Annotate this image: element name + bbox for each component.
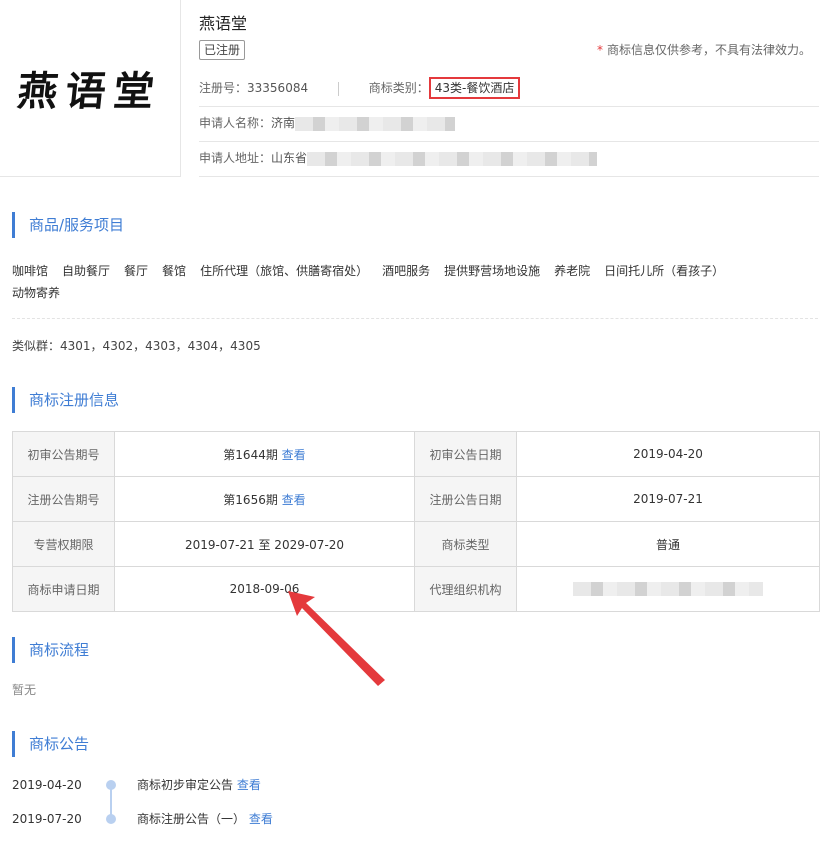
goods-item: 住所代理（旅馆、供膳寄宿处） bbox=[200, 264, 369, 278]
address-value: 山东省 bbox=[271, 151, 308, 165]
timeline-text: 商标注册公告（一） bbox=[137, 812, 246, 826]
table-row: 专营权期限 2019-07-21 至 2029-07-20 商标类型 普通 bbox=[12, 521, 820, 567]
applicant-label: 申请人名称： bbox=[199, 116, 272, 130]
disclaimer: * 商标信息仅供参考，不具有法律效力。 bbox=[597, 41, 811, 58]
table-value: 2019-07-21 bbox=[516, 476, 820, 522]
applicant-row: 申请人名称：济南 bbox=[199, 106, 819, 142]
table-key: 商标申请日期 bbox=[12, 566, 115, 612]
reg-info-row: 注册号：33356084 商标类别： 43类-餐饮酒店 bbox=[199, 71, 819, 107]
divider bbox=[337, 81, 339, 96]
table-key: 初审公告期号 bbox=[12, 431, 115, 477]
required-mark: * bbox=[596, 43, 603, 57]
table-key: 注册公告期号 bbox=[12, 476, 115, 522]
goods-item: 餐馆 bbox=[162, 264, 187, 278]
similar-groups: 类似群：4301，4302，4303，4304，4305 bbox=[12, 337, 261, 354]
timeline-text-wrap: 商标初步审定公告 查看 bbox=[137, 775, 261, 795]
trademark-logo: 燕语堂 bbox=[0, 0, 181, 177]
disclaimer-text: 商标信息仅供参考，不具有法律效力。 bbox=[606, 43, 811, 57]
table-value: 普通 bbox=[516, 521, 820, 567]
view-link[interactable]: 查看 bbox=[282, 448, 306, 462]
redacted-blur bbox=[295, 116, 456, 131]
status-badge: 已注册 bbox=[199, 40, 246, 60]
table-key: 代理组织机构 bbox=[414, 566, 517, 612]
table-key: 商标类型 bbox=[414, 521, 517, 567]
reg-no-value: 33356084 bbox=[247, 81, 309, 95]
category-value: 43类-餐饮酒店 bbox=[428, 77, 521, 99]
process-empty: 暂无 bbox=[12, 683, 37, 697]
timeline-text-wrap: 商标注册公告（一） 查看 bbox=[137, 809, 273, 829]
table-value: 第1656期 查看 bbox=[114, 476, 415, 522]
table-value bbox=[516, 566, 820, 612]
view-link[interactable]: 查看 bbox=[249, 812, 273, 826]
view-link[interactable]: 查看 bbox=[237, 778, 261, 792]
goods-item: 咖啡馆 bbox=[12, 264, 49, 278]
timeline-dot bbox=[106, 780, 116, 790]
redacted-blur bbox=[573, 582, 763, 597]
table-value: 2018-09-06 bbox=[114, 566, 415, 612]
address-label: 申请人地址： bbox=[199, 151, 272, 165]
reg-no-label: 注册号： bbox=[199, 81, 248, 95]
trademark-title: 燕语堂 bbox=[199, 14, 248, 33]
section-announcement-title: 商标公告 bbox=[12, 731, 89, 757]
table-value: 2019-07-21 至 2029-07-20 bbox=[114, 521, 415, 567]
table-key: 专营权期限 bbox=[12, 521, 115, 567]
table-value: 第1644期 查看 bbox=[114, 431, 415, 477]
goods-item: 日间托儿所（看孩子） bbox=[604, 264, 725, 278]
section-registration-title: 商标注册信息 bbox=[12, 387, 119, 413]
table-value: 2019-04-20 bbox=[516, 431, 820, 477]
reg-issue-no: 第1656期 bbox=[223, 492, 278, 507]
goods-item: 养老院 bbox=[554, 264, 591, 278]
goods-item: 酒吧服务 bbox=[382, 264, 431, 278]
timeline-text: 商标初步审定公告 bbox=[137, 778, 234, 792]
goods-list: 咖啡馆 自助餐厅 餐厅 餐馆 住所代理（旅馆、供膳寄宿处） 酒吧服务 提供野营场地设施 养老院… bbox=[12, 260, 812, 304]
goods-item: 动物寄养 bbox=[12, 286, 61, 300]
goods-item: 自助餐厅 bbox=[62, 264, 111, 278]
table-row: 初审公告期号 第1644期 查看 初审公告日期 2019-04-20 bbox=[12, 431, 820, 477]
timeline-dot bbox=[106, 814, 116, 824]
registration-table: 初审公告期号 第1644期 查看 初审公告日期 2019-04-20 注册公告期… bbox=[12, 431, 820, 612]
prelim-issue-no: 第1644期 bbox=[223, 447, 278, 462]
table-row: 商标申请日期 2018-09-06 代理组织机构 bbox=[12, 566, 820, 612]
goods-item: 提供野营场地设施 bbox=[444, 264, 541, 278]
divider bbox=[12, 318, 818, 319]
view-link[interactable]: 查看 bbox=[282, 493, 306, 507]
similar-label: 类似群： bbox=[12, 339, 61, 353]
table-key: 注册公告日期 bbox=[414, 476, 517, 522]
timeline-date: 2019-07-20 bbox=[12, 812, 82, 826]
section-process-title: 商标流程 bbox=[12, 637, 89, 663]
logo-text: 燕语堂 bbox=[15, 68, 165, 115]
similar-value: 4301，4302，4303，4304，4305 bbox=[60, 339, 261, 353]
section-goods-title: 商品/服务项目 bbox=[12, 212, 124, 238]
table-key: 初审公告日期 bbox=[414, 431, 517, 477]
table-row: 注册公告期号 第1656期 查看 注册公告日期 2019-07-21 bbox=[12, 476, 820, 522]
address-row: 申请人地址：山东省 bbox=[199, 141, 819, 177]
category-label: 商标类别： bbox=[368, 81, 429, 95]
timeline-date: 2019-04-20 bbox=[12, 778, 82, 792]
applicant-value: 济南 bbox=[271, 116, 296, 130]
redacted-blur bbox=[307, 151, 598, 166]
goods-item: 餐厅 bbox=[124, 264, 149, 278]
